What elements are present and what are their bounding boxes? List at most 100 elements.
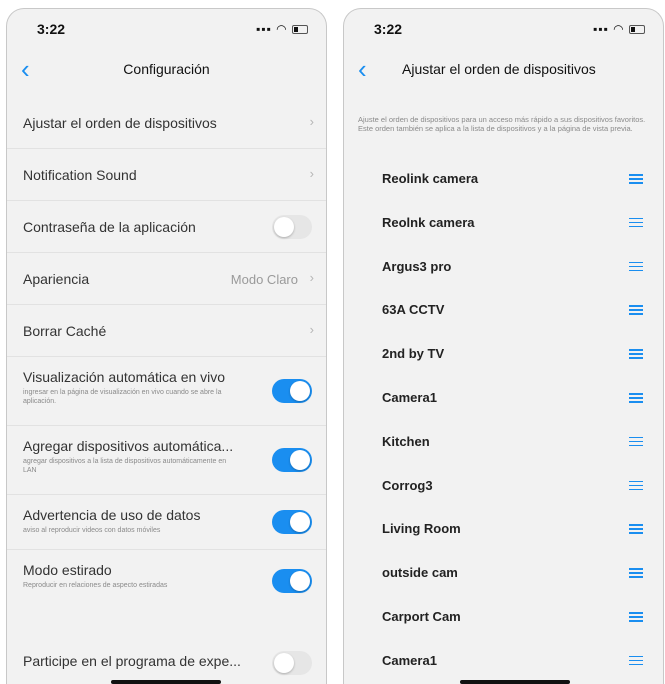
drag-handle-bar	[629, 182, 643, 184]
toggle-switch[interactable]	[272, 510, 312, 534]
drag-handle-bar	[629, 659, 643, 662]
status-icons: ▪▪▪ ◠	[593, 22, 645, 36]
device-list: Reolink camera Reolnk camera Argus3 pro 63A…	[344, 157, 663, 683]
drag-handle-bar	[629, 178, 643, 180]
toggle-switch[interactable]	[272, 215, 312, 239]
signal-icon: ▪▪▪	[593, 22, 609, 36]
navbar: ‹ Configuración	[7, 51, 326, 91]
chevron-right-icon: ›	[309, 322, 314, 337]
device-row[interactable]: Argus3 pro	[344, 245, 663, 289]
device-row[interactable]: 2nd by TV	[344, 332, 663, 376]
toggle-knob	[290, 450, 310, 470]
settings-row[interactable]: Borrar Caché ›	[7, 305, 326, 357]
settings-screen: 3:22 ▪▪▪ ◠ ‹ Configuración Ajustar el or…	[6, 8, 327, 684]
drag-handle-icon[interactable]	[629, 436, 643, 447]
settings-row-title: Ajustar el orden de dispositivos	[23, 115, 217, 131]
device-name: Carport Cam	[382, 608, 461, 624]
device-row[interactable]: Carport Cam	[344, 595, 663, 639]
device-row[interactable]: Living Room	[344, 507, 663, 551]
drag-handle-bar	[629, 655, 643, 658]
drag-handle-icon[interactable]	[629, 480, 643, 491]
drag-handle-icon[interactable]	[629, 392, 643, 403]
order-description: Ajuste el orden de dispositivos para un …	[358, 115, 646, 133]
drag-handle-bar	[629, 217, 643, 220]
toggle-switch[interactable]	[272, 448, 312, 472]
toggle-knob	[290, 381, 310, 401]
back-chevron-icon[interactable]: ‹	[358, 55, 367, 83]
drag-handle-bar	[629, 436, 643, 439]
status-time: 3:22	[37, 21, 66, 37]
drag-handle-bar	[629, 313, 643, 315]
settings-row-subtitle: agregar dispositivos a la lista de dispo…	[23, 458, 227, 474]
drag-handle-bar	[629, 611, 643, 614]
settings-row-title: Participe en el programa de expe...	[23, 653, 241, 669]
settings-row-subtitle: ingresar en la página de visualización e…	[23, 389, 222, 405]
drag-handle-icon[interactable]	[629, 349, 643, 359]
toggle-switch[interactable]	[272, 651, 312, 675]
device-name: Camera1	[382, 652, 437, 668]
toggle-knob	[290, 570, 310, 591]
drag-handle-icon[interactable]	[629, 305, 643, 315]
status-bar: 3:22 ▪▪▪ ◠	[344, 9, 663, 49]
drag-handle-bar	[629, 619, 643, 622]
toggle-switch[interactable]	[272, 568, 312, 593]
drag-handle-icon[interactable]	[629, 524, 643, 534]
drag-handle-bar	[629, 309, 643, 311]
settings-row-title: Contraseña de la aplicación	[23, 219, 196, 235]
wifi-icon: ◠	[276, 22, 288, 36]
settings-row[interactable]: Participe en el programa de expe...	[7, 611, 326, 679]
drag-handle-icon[interactable]	[629, 217, 643, 228]
settings-list: Ajustar el orden de dispositivos › Notific…	[7, 97, 326, 679]
device-row[interactable]: Kitchen	[344, 420, 663, 464]
drag-handle-bar	[629, 221, 643, 224]
page-title: Configuración	[123, 61, 210, 77]
settings-row[interactable]: Agregar dispositivos automática... agrega…	[7, 426, 326, 495]
settings-row[interactable]: Notification Sound ›	[7, 149, 326, 201]
device-row[interactable]: Camera1	[344, 639, 663, 683]
toggle-knob	[274, 653, 294, 673]
device-name: Corrog3	[382, 477, 433, 493]
device-row[interactable]: Reolink camera	[344, 157, 663, 201]
wifi-icon: ◠	[613, 22, 625, 36]
settings-row[interactable]: Modo estirado Reproducir en relaciones de…	[7, 550, 326, 611]
drag-handle-icon[interactable]	[629, 174, 643, 184]
chevron-right-icon: ›	[309, 114, 314, 129]
settings-row-title: Agregar dispositivos automática...	[23, 438, 234, 454]
drag-handle-icon[interactable]	[629, 261, 643, 272]
settings-row[interactable]: Apariencia Modo Claro ›	[7, 253, 326, 305]
drag-handle-bar	[629, 568, 643, 570]
chevron-right-icon: ›	[309, 166, 314, 181]
drag-handle-bar	[629, 528, 643, 530]
battery-icon	[292, 25, 308, 35]
settings-row-title: Notification Sound	[23, 167, 137, 183]
status-bar: 3:22 ▪▪▪ ◠	[7, 9, 326, 49]
drag-handle-bar	[629, 484, 643, 487]
toggle-switch[interactable]	[272, 379, 312, 403]
device-name: outside cam	[382, 565, 458, 581]
drag-handle-bar	[629, 440, 643, 443]
drag-handle-bar	[629, 532, 643, 534]
settings-row[interactable]: Ajustar el orden de dispositivos ›	[7, 97, 326, 149]
drag-handle-bar	[629, 269, 643, 272]
drag-handle-bar	[629, 396, 643, 399]
device-row[interactable]: 63A CCTV	[344, 288, 663, 332]
device-row[interactable]: outside cam	[344, 551, 663, 595]
settings-row[interactable]: Contraseña de la aplicación	[7, 201, 326, 253]
drag-handle-bar	[629, 357, 643, 359]
drag-handle-bar	[629, 353, 643, 355]
drag-handle-bar	[629, 261, 643, 264]
device-name: 2nd by TV	[382, 346, 445, 362]
device-row[interactable]: Camera1	[344, 376, 663, 420]
device-name: Living Room	[382, 521, 461, 537]
device-row[interactable]: Reolnk camera	[344, 201, 663, 245]
chevron-right-icon: ›	[309, 270, 314, 285]
home-indicator	[111, 680, 221, 684]
drag-handle-bar	[629, 480, 643, 483]
settings-row[interactable]: Visualización automática en vivo ingresar…	[7, 357, 326, 426]
drag-handle-icon[interactable]	[629, 611, 643, 622]
drag-handle-icon[interactable]	[629, 655, 643, 666]
device-row[interactable]: Corrog3	[344, 464, 663, 508]
device-name: Reolink camera	[382, 171, 479, 186]
settings-row[interactable]: Advertencia de uso de datos aviso al repr…	[7, 495, 326, 550]
drag-handle-icon[interactable]	[629, 568, 643, 578]
